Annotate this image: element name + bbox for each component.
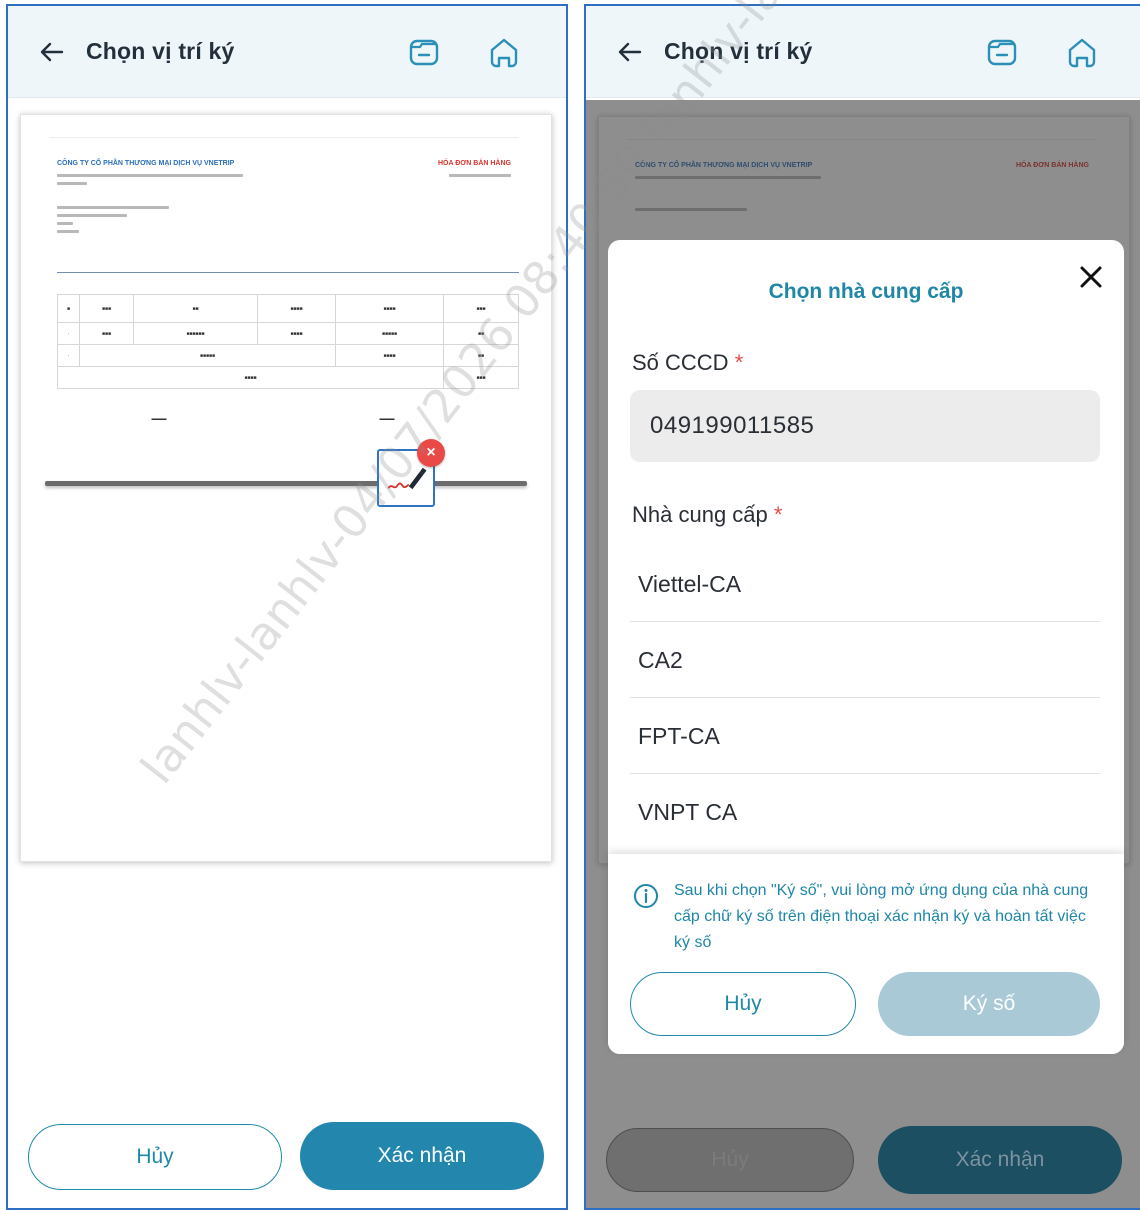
provider-dialog: Chọn nhà cung cấp Số CCCD * 049199011585… xyxy=(608,240,1124,1054)
app-bar: Chọn vị trí ký xyxy=(586,6,1140,98)
back-arrow-icon[interactable] xyxy=(36,36,68,68)
dialog-cancel-button[interactable]: Hủy xyxy=(630,972,856,1036)
customer-phone-line xyxy=(57,214,127,217)
signing-info-text: Sau khi chọn "Ký số", vui lòng mở ứng dụ… xyxy=(674,882,1089,951)
document-icon[interactable] xyxy=(406,34,442,70)
invoice-separator xyxy=(57,272,519,273)
back-arrow-icon[interactable] xyxy=(614,36,646,68)
provider-option-vnpt-ca[interactable]: VNPT CA xyxy=(630,774,1100,850)
customer-line xyxy=(57,206,169,209)
invoice-number-line xyxy=(449,174,511,177)
invoice-preview: CÔNG TY CỔ PHẦN THƯƠNG MẠI DỊCH VỤ VNETR… xyxy=(49,137,519,461)
customer-note-line xyxy=(57,230,79,233)
cancel-button[interactable]: Hủy xyxy=(28,1124,282,1190)
close-icon[interactable] xyxy=(1076,262,1106,292)
invoice-title: HÓA ĐƠN BÁN HÀNG xyxy=(438,160,511,167)
provider-option-viettel-ca[interactable]: Viettel-CA xyxy=(630,546,1100,622)
document-page: CÔNG TY CỔ PHẦN THƯƠNG MẠI DỊCH VỤ VNETR… xyxy=(20,114,552,862)
phone-line xyxy=(57,182,87,185)
customer-info-line xyxy=(57,222,73,225)
page-title: Chọn vị trí ký xyxy=(664,38,813,64)
provider-option-fpt-ca[interactable]: FPT-CA xyxy=(630,698,1100,774)
dialog-footer: Sau khi chọn "Ký số", vui lòng mở ứng dụ… xyxy=(608,854,1124,1054)
digital-sign-button[interactable]: Ký số xyxy=(878,972,1100,1036)
app-bar: Chọn vị trí ký xyxy=(8,6,566,98)
page-title: Chọn vị trí ký xyxy=(86,38,235,64)
right-phone-screen: Chọn vị trí ký CÔNG TY CỔ PHẦN THƯƠNG MẠ… xyxy=(584,4,1140,1210)
left-phone-screen: Chọn vị trí ký CÔNG TY CỔ PHẦN THƯƠNG MẠ… xyxy=(6,4,568,1210)
document-icon[interactable] xyxy=(984,34,1020,70)
required-mark: * xyxy=(773,502,783,527)
seller-signature-area: ▬▬▬ xyxy=(151,416,167,422)
provider-option-ca2[interactable]: CA2 xyxy=(630,622,1100,698)
buyer-signature-area: ▬▬▬ xyxy=(379,416,395,422)
cccd-field[interactable]: 049199011585 xyxy=(630,390,1100,462)
info-icon xyxy=(634,884,658,908)
confirm-button: Xác nhận xyxy=(878,1126,1122,1194)
invoice-company-name: CÔNG TY CỔ PHẦN THƯƠNG MẠI DỊCH VỤ VNETR… xyxy=(57,160,235,167)
cccd-label: Số CCCD * xyxy=(632,350,744,375)
document-viewer: CÔNG TY CỔ PHẦN THƯƠNG MẠI DỊCH VỤ VNETR… xyxy=(8,98,566,1208)
home-icon[interactable] xyxy=(486,34,522,70)
dialog-title: Chọn nhà cung cấp xyxy=(768,280,964,303)
home-icon[interactable] xyxy=(1064,34,1100,70)
provider-label: Nhà cung cấp * xyxy=(632,502,783,527)
remove-signature-icon[interactable]: × xyxy=(417,439,445,467)
page-edge xyxy=(45,481,527,486)
required-mark: * xyxy=(734,350,744,375)
confirm-button[interactable]: Xác nhận xyxy=(300,1122,544,1190)
invoice-table: ■ ■■■ ■■ ■■■■ ■■■■ ■■■ · ■■■ ■■■■■■ ■■■■ ■■■■■ ■■ … xyxy=(57,294,519,389)
cancel-button: Hủy xyxy=(606,1128,854,1192)
address-line xyxy=(57,174,243,177)
